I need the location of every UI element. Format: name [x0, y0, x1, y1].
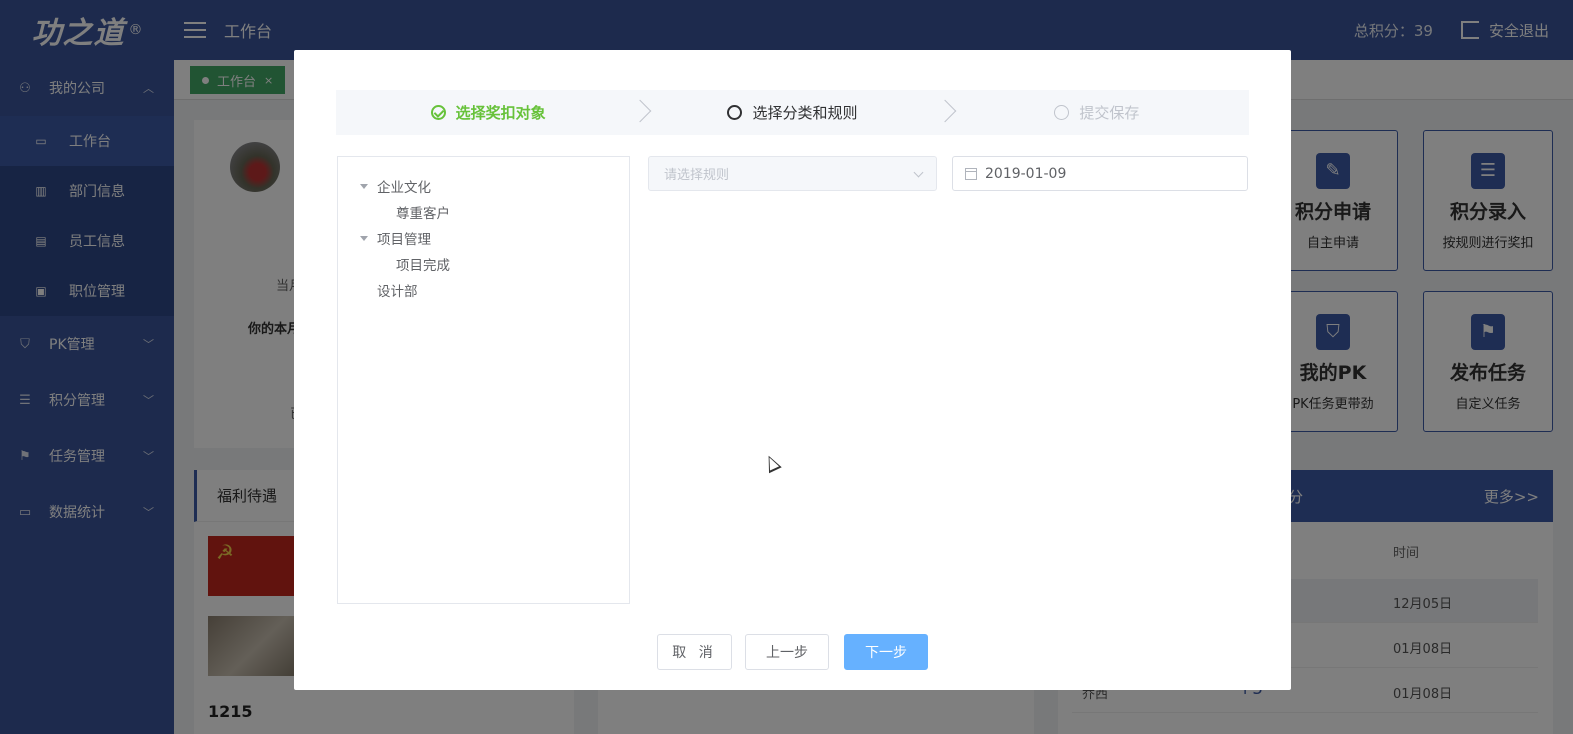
- tree-node-respect-customer[interactable]: 尊重客户: [338, 199, 629, 225]
- chevron-down-icon: [913, 167, 924, 178]
- step-label: 提交保存: [1079, 104, 1140, 122]
- step-select-rule: 选择分类和规则: [640, 90, 956, 135]
- tree-node-project-complete[interactable]: 项目完成: [338, 251, 629, 277]
- caret-down-icon[interactable]: [360, 183, 368, 189]
- calendar-icon: [965, 167, 977, 180]
- previous-step-button[interactable]: 上一步: [745, 634, 829, 670]
- step-select-target: 选择奖扣对象: [336, 90, 652, 135]
- rule-select-placeholder: 请选择规则: [664, 168, 730, 183]
- step-label: 选择奖扣对象: [455, 104, 546, 122]
- tree-node-culture[interactable]: 企业文化: [338, 173, 629, 199]
- caret-down-icon[interactable]: [360, 235, 368, 241]
- cancel-button[interactable]: 取 消: [657, 634, 732, 670]
- rule-select[interactable]: 请选择规则: [648, 156, 937, 191]
- tree-node-label: 尊重客户: [396, 206, 450, 222]
- step-label: 选择分类和规则: [752, 104, 858, 122]
- circle-icon: [727, 105, 743, 120]
- category-tree: 企业文化 尊重客户 项目管理 项目完成 设计部: [337, 156, 630, 604]
- wizard-steps: 选择奖扣对象 选择分类和规则 提交保存: [336, 90, 1249, 135]
- tree-node-label: 项目管理: [377, 232, 431, 248]
- tree-node-label: 项目完成: [396, 258, 450, 274]
- tree-node-design-dept[interactable]: 设计部: [338, 277, 629, 303]
- date-value: 2019-01-09: [985, 165, 1067, 182]
- tree-node-label: 企业文化: [377, 180, 431, 196]
- step-submit: 提交保存: [945, 90, 1249, 135]
- tree-node-project-mgmt[interactable]: 项目管理: [338, 225, 629, 251]
- reward-wizard-dialog: 选择奖扣对象 选择分类和规则 提交保存 企业文化 尊重客户 项目管理 项目完成: [294, 50, 1291, 690]
- next-step-button[interactable]: 下一步: [844, 634, 928, 670]
- date-picker-input[interactable]: 2019-01-09: [952, 156, 1248, 191]
- check-circle-icon: [430, 105, 446, 120]
- circle-icon: [1054, 105, 1070, 120]
- tree-node-label: 设计部: [377, 284, 418, 300]
